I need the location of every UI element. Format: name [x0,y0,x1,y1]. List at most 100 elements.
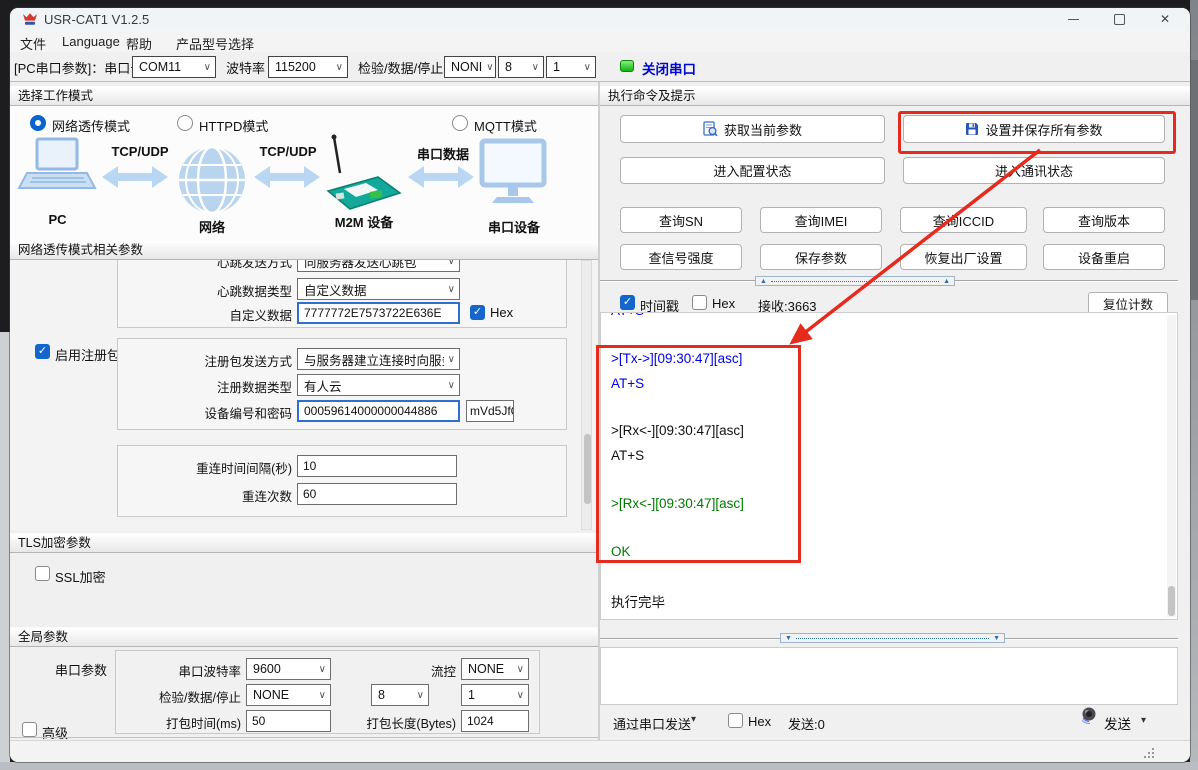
enter-config-button[interactable]: 进入配置状态 [620,157,885,184]
resize-grip[interactable] [1152,756,1154,758]
get-params-button[interactable]: 获取当前参数 [620,115,885,143]
log-scrollbar-thumb[interactable] [1168,586,1175,616]
check-icon: ✓ [623,297,632,308]
device-password-input[interactable]: mVd5JfQ [466,400,514,422]
pack-time-input[interactable]: 50 [246,710,331,732]
custom-data-label: 自定义数据 [160,305,292,324]
enter-comm-label: 进入通讯状态 [995,161,1073,180]
stopbits-value: 1 [553,60,560,74]
chevron-down-icon: ∨ [336,62,343,73]
send-button[interactable]: 发送 [1104,713,1131,733]
query-version-button[interactable]: 查询版本 [1043,207,1165,233]
log-splitter-handle[interactable]: ▲ ▲ [755,276,955,286]
minimize-button[interactable] [1050,8,1096,30]
check-icon: ✓ [38,346,47,357]
send-input-area[interactable] [600,647,1178,705]
serial-device-monitor-icon [482,141,544,203]
left-panel-bottom-border [10,737,598,738]
advanced-checkbox[interactable] [22,722,37,737]
ssl-label: SSL加密 [55,567,106,586]
section-header-tls: TLS加密参数 [10,533,598,553]
enable-register-label: 启用注册包 [55,345,120,364]
window-controls: ✕ [1050,8,1190,30]
stopbits-select[interactable]: 1∨ [546,56,596,78]
chevron-down-icon: ∨ [448,380,455,391]
close-button[interactable]: ✕ [1142,8,1188,30]
query-iccid-button[interactable]: 查询ICCID [900,207,1027,233]
globe-icon [179,147,245,213]
factory-reset-button[interactable]: 恢复出厂设置 [900,244,1027,270]
log-scrollbar[interactable] [1167,315,1176,617]
menu-language[interactable]: Language [62,34,120,49]
com-port-select[interactable]: COM11∨ [132,56,216,78]
heartbeat-send-select[interactable]: 向服务器发送心跳包∨ [297,260,460,272]
query-sn-button[interactable]: 查询SN [620,207,742,233]
global-stopbits-select[interactable]: 1∨ [461,684,529,706]
menu-file[interactable]: 文件 [20,34,46,53]
custom-data-hex-label: Hex [490,305,513,320]
register-type-label: 注册数据类型 [140,377,292,396]
m2m-label: M2M 设备 [325,212,403,231]
device-restart-button[interactable]: 设备重启 [1043,244,1165,270]
custom-data-hex-checkbox[interactable]: ✓ [470,305,485,320]
enter-comm-button[interactable]: 进入通讯状态 [903,157,1165,184]
flow-control-select[interactable]: NONE ∨ [461,658,529,680]
ssl-checkbox[interactable] [35,566,50,581]
chevron-down-icon: ∨ [517,664,524,675]
params-scrollbar-thumb[interactable] [584,434,591,504]
global-serial-group: 串口波特率 9600∨ 流控 NONE∨ 检验/数据/停止 NONE∨ 8∨ 1… [115,650,540,734]
send-splitter-handle[interactable]: ▼ ▼ [780,633,1005,643]
factory-reset-label: 恢复出厂设置 [924,248,1002,267]
device-id-input[interactable]: 00059614000000044886 [297,400,460,422]
menu-help[interactable]: 帮助 [126,34,152,53]
pack-length-input[interactable]: 1024 [461,710,529,732]
register-type-select[interactable]: 有人云∨ [297,374,460,396]
collapse-up-icon: ▲ [943,278,950,285]
custom-data-input[interactable]: 7777772E7573722E636E [297,302,460,324]
screen: USR-CAT1 V1.2.5 ✕ 文件 Language 帮助 产品型号选择 … [0,0,1198,770]
flow-control-value: NONE [468,662,504,676]
reconnect-interval-input[interactable]: 10 [297,455,457,477]
register-send-select[interactable]: 与服务器建立连接时向服务∨ [297,348,460,370]
global-databits-value: 8 [378,688,385,702]
chevron-down-icon: ∨ [319,690,326,701]
get-params-label: 获取当前参数 [724,120,802,139]
global-parity-select[interactable]: NONE∨ [246,684,331,706]
query-iccid-label: 查询ICCID [933,211,994,230]
network-label: 网络 [182,217,242,236]
annotation-highlight-box [898,111,1176,154]
save-params-label: 保存参数 [795,248,847,267]
params-scrollbar[interactable] [581,260,592,530]
menu-product-model[interactable]: 产品型号选择 [176,34,254,53]
radio-transparent-mode[interactable] [30,115,46,131]
baud-select[interactable]: 115200∨ [268,56,348,78]
query-signal-button[interactable]: 查信号强度 [620,244,742,270]
query-imei-button[interactable]: 查询IMEI [760,207,882,233]
global-baud-select[interactable]: 9600∨ [246,658,331,680]
save-params-button[interactable]: 保存参数 [760,244,882,270]
radio-mqtt-mode[interactable] [452,115,468,131]
query-sn-label: 查询SN [659,211,703,230]
parity-select[interactable]: NONI∨ [444,56,496,78]
enable-register-checkbox[interactable]: ✓ [35,344,50,359]
heartbeat-send-label: 心跳发送方式 [160,260,292,271]
databits-select[interactable]: 8∨ [498,56,544,78]
chevron-down-icon: ∨ [532,62,539,73]
heartbeat-type-label: 心跳数据类型 [160,281,292,300]
app-window: USR-CAT1 V1.2.5 ✕ 文件 Language 帮助 产品型号选择 … [10,8,1190,762]
background-strip [0,762,1198,770]
close-port-button[interactable]: 关闭串口 [642,58,696,78]
maximize-button[interactable] [1096,8,1142,30]
send-via-dropdown[interactable]: 通过串口发送 [613,714,691,733]
reconnect-count-input[interactable]: 60 [297,483,457,505]
timestamp-checkbox[interactable]: ✓ [620,295,635,310]
pack-length-label: 打包长度(Bytes) [351,713,456,732]
heartbeat-send-value: 向服务器发送心跳包 [304,260,417,271]
receive-hex-checkbox[interactable] [692,295,707,310]
send-hex-checkbox[interactable] [728,713,743,728]
section-header-params: 网络透传模式相关参数 [10,240,598,260]
heartbeat-type-select[interactable]: 自定义数据∨ [297,278,460,300]
global-databits-select[interactable]: 8∨ [371,684,429,706]
chevron-down-icon: ∨ [517,690,524,701]
radio-httpd-mode[interactable] [177,115,193,131]
